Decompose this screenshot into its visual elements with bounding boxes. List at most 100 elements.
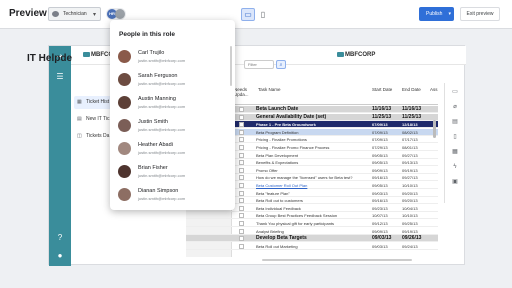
row-checkbox[interactable]: [239, 198, 244, 204]
filter-button[interactable]: Filter: [244, 60, 274, 69]
exit-preview-button[interactable]: Exit preview: [460, 7, 500, 21]
desktop-view-icon[interactable]: ▭: [241, 8, 255, 21]
avatar: [118, 119, 131, 132]
cell-start: 11/16/13: [372, 106, 392, 112]
vertical-scrollbar[interactable]: [433, 120, 436, 138]
publish-button[interactable]: Publish ▾: [419, 7, 454, 21]
document-icon[interactable]: ▯: [450, 132, 460, 142]
cell-end: 09/24/13: [402, 243, 418, 249]
row-checkbox[interactable]: [239, 175, 244, 181]
role-members-avatars[interactable]: HR: [106, 8, 126, 20]
row-checkbox[interactable]: [239, 213, 244, 219]
cell-task: Phase 1 - Pre Beta Groundwork: [256, 122, 316, 128]
person-item[interactable]: Justin Smith justin.smith@mbfcorp.com: [118, 117, 228, 135]
column-header-task[interactable]: Task Name: [258, 87, 281, 92]
cell-end: 10/04/13: [402, 205, 418, 211]
logo-right: MBFCORP: [337, 52, 375, 58]
row-checkbox[interactable]: [239, 167, 244, 173]
cell-start: 09/09/13: [372, 228, 388, 234]
row-checkbox[interactable]: [239, 236, 244, 242]
cell-task: Promo Offer: [256, 167, 278, 173]
table-row[interactable]: Thank You physical gift for early partic…: [186, 220, 438, 227]
column-header-needs[interactable]: Needs Upda...: [234, 87, 254, 97]
cell-end: 10/10/13: [402, 213, 418, 219]
popup-title: People in this role: [119, 31, 175, 38]
row-checkbox[interactable]: [239, 114, 244, 120]
cell-end: 09/19/13: [402, 167, 418, 173]
cell-end: 10/10/13: [402, 183, 418, 188]
row-checkbox[interactable]: [239, 228, 244, 234]
app-heading: IT Helpde: [27, 53, 73, 64]
row-checkbox[interactable]: [239, 145, 244, 150]
menu-icon[interactable]: ☰: [55, 72, 65, 82]
person-item[interactable]: Carl Trujilo justin.smith@mbfcorp.com: [118, 48, 228, 66]
person-name: Austin Manning: [138, 96, 176, 102]
mobile-view-icon[interactable]: ▯: [257, 8, 269, 21]
image-icon[interactable]: ▣: [450, 177, 460, 187]
avatar: [118, 142, 131, 155]
cell-start: 09/23/13: [372, 205, 388, 211]
cell-task: Develop Beta Targets: [256, 235, 307, 242]
person-item[interactable]: Brian Fisher justin.smith@mbfcorp.com: [118, 163, 228, 181]
publish-label: Publish: [426, 11, 443, 17]
cell-end: 09/27/13: [402, 175, 418, 181]
popup-scrollbar[interactable]: [230, 46, 232, 86]
cell-end: 08/02/13: [402, 129, 418, 135]
help-icon[interactable]: ?: [55, 233, 65, 243]
person-email: justin.smith@mbfcorp.com: [138, 81, 186, 86]
column-header-end[interactable]: End Date: [402, 87, 422, 92]
people-in-role-popup: People in this role Carl Trujilo justin.s…: [110, 20, 235, 210]
row-checkbox[interactable]: [239, 129, 244, 135]
role-select-value: Technician: [63, 11, 87, 17]
table-row[interactable]: Analyst Briefing 09/09/13 09/19/13: [186, 228, 438, 235]
person-item[interactable]: Austin Manning justin.smith@mbfcorp.com: [118, 94, 228, 112]
role-select[interactable]: Technician ▾: [48, 7, 101, 21]
cell-task: Pricing - Finalize Promotions: [256, 137, 307, 143]
person-item[interactable]: Dianan Simpson justin.smith@mbfcorp.com: [118, 186, 228, 204]
cell-task: Beta Plan Development: [256, 152, 299, 158]
column-header-start[interactable]: Start Date: [372, 87, 396, 92]
row-checkbox[interactable]: [239, 137, 244, 143]
table-row[interactable]: Develop Beta Targets 09/03/13 09/26/13: [186, 235, 438, 243]
grid-icon: ▦: [77, 99, 82, 105]
cell-end: 11/25/13: [402, 113, 422, 120]
avatar: [115, 9, 125, 19]
row-checkbox[interactable]: [239, 152, 244, 158]
person-icon: [52, 11, 59, 17]
row-checkbox[interactable]: [239, 221, 244, 226]
cell-start: 11/25/13: [372, 113, 392, 120]
row-checkbox[interactable]: [239, 190, 244, 196]
clipboard-icon[interactable]: ▤: [450, 117, 460, 127]
cell-task: Beta Roll out Marketing: [256, 243, 298, 249]
cell-start: 09/05/13: [372, 160, 388, 166]
cell-start: 09/16/13: [372, 175, 388, 181]
row-checkbox[interactable]: [239, 183, 244, 188]
person-item[interactable]: Sarah Ferguson justin.smith@mbfcorp.com: [118, 71, 228, 89]
table-row[interactable]: Beta Group Best Practices Feedback Sessi…: [186, 212, 438, 220]
row-checkbox[interactable]: [239, 160, 244, 166]
column-header-extra[interactable]: Ass: [430, 87, 438, 92]
cell-task: Beta Roll out to customers: [256, 198, 303, 204]
attachment-icon[interactable]: ⌀: [450, 102, 460, 112]
search-icon[interactable]: ⌕: [276, 60, 286, 69]
table-row[interactable]: Beta Roll out Marketing 09/03/13 09/24/13: [186, 243, 438, 250]
lightning-icon[interactable]: ϟ: [450, 162, 460, 172]
person-name: Sarah Ferguson: [138, 73, 178, 79]
comment-icon[interactable]: ▭: [450, 87, 460, 97]
cell-start: 07/09/13: [372, 129, 388, 135]
account-icon[interactable]: ●: [55, 251, 65, 261]
row-checkbox[interactable]: [239, 107, 244, 112]
logo: MBFCO: [83, 52, 113, 58]
row-checkbox[interactable]: [239, 243, 244, 249]
cell-start: 09/05/13: [372, 152, 388, 158]
row-checkbox[interactable]: [239, 205, 244, 211]
person-email: justin.smith@mbfcorp.com: [138, 173, 186, 178]
horizontal-scrollbar[interactable]: [262, 259, 412, 261]
person-item[interactable]: Heather Abadi justin.smith@mbfcorp.com: [118, 140, 228, 158]
grid-icon[interactable]: ▦: [450, 147, 460, 157]
avatar: [118, 188, 131, 201]
cell-task: Thank You physical gift for early partic…: [256, 221, 335, 226]
cell-task: Analyst Briefing: [256, 228, 284, 234]
cell-end: 09/19/13: [402, 228, 418, 234]
row-checkbox[interactable]: [239, 122, 244, 128]
